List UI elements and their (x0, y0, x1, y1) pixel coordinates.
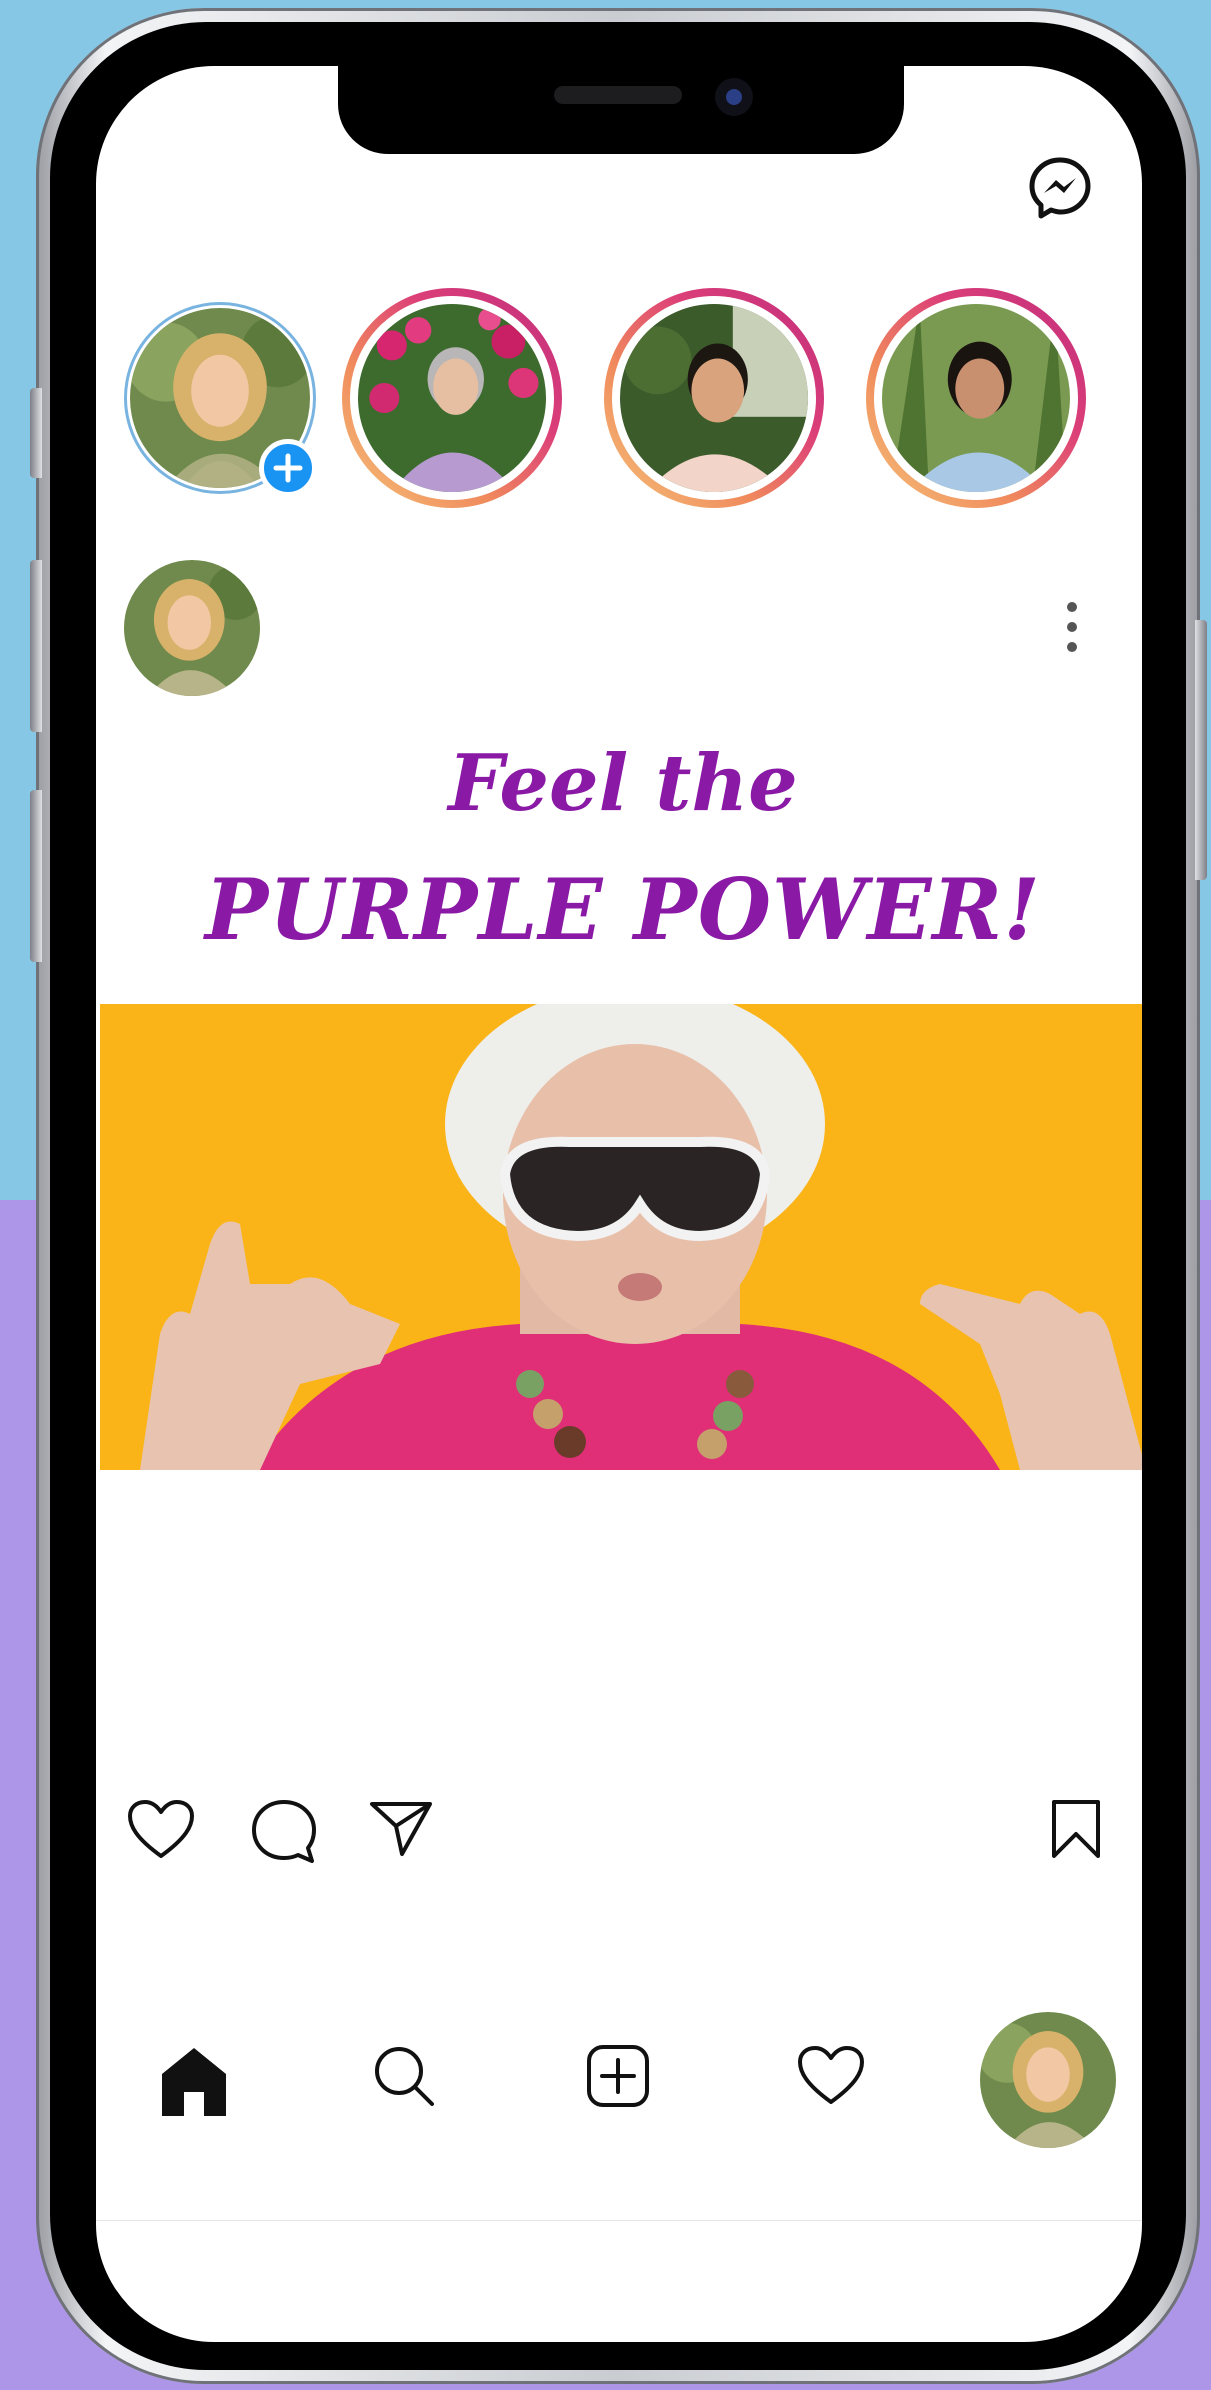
story-item[interactable] (342, 288, 562, 508)
heart-icon[interactable] (126, 1798, 196, 1862)
activity-heart-icon[interactable] (796, 2044, 866, 2108)
story-item[interactable] (866, 288, 1086, 508)
post-photo (100, 1004, 1142, 1470)
banner-line-2: PURPLE POWER! (204, 860, 1042, 959)
notch (338, 66, 904, 154)
home-indicator-divider (96, 2220, 1142, 2221)
post-image[interactable]: Feel the PURPLE POWER! (100, 710, 1142, 1470)
post-banner: Feel the PURPLE POWER! (100, 710, 1142, 1004)
add-story-plus-icon[interactable] (259, 439, 317, 497)
bookmark-icon[interactable] (1048, 1798, 1104, 1860)
power-button (1195, 620, 1207, 880)
volume-up-button (30, 560, 42, 732)
story-item[interactable] (604, 288, 824, 508)
banner-line-1: Feel the (448, 738, 798, 829)
story-photo (882, 304, 1070, 492)
more-vertical-icon[interactable] (1062, 602, 1082, 658)
story-photo (358, 304, 546, 492)
profile-avatar[interactable] (980, 2012, 1116, 2148)
home-icon[interactable] (158, 2044, 230, 2118)
messenger-icon[interactable] (1026, 154, 1094, 222)
comment-icon[interactable] (250, 1798, 318, 1866)
add-post-icon[interactable] (586, 2044, 650, 2108)
search-icon[interactable] (372, 2044, 436, 2108)
story-own[interactable] (124, 302, 317, 497)
mute-switch (30, 388, 42, 478)
volume-down-button (30, 790, 42, 962)
earpiece-speaker (554, 86, 682, 104)
story-photo (620, 304, 808, 492)
share-icon[interactable] (368, 1798, 434, 1858)
post-author-avatar[interactable] (124, 560, 260, 696)
phone-screen: Feel the PURPLE POWER! (96, 66, 1142, 2342)
front-camera (715, 78, 753, 116)
